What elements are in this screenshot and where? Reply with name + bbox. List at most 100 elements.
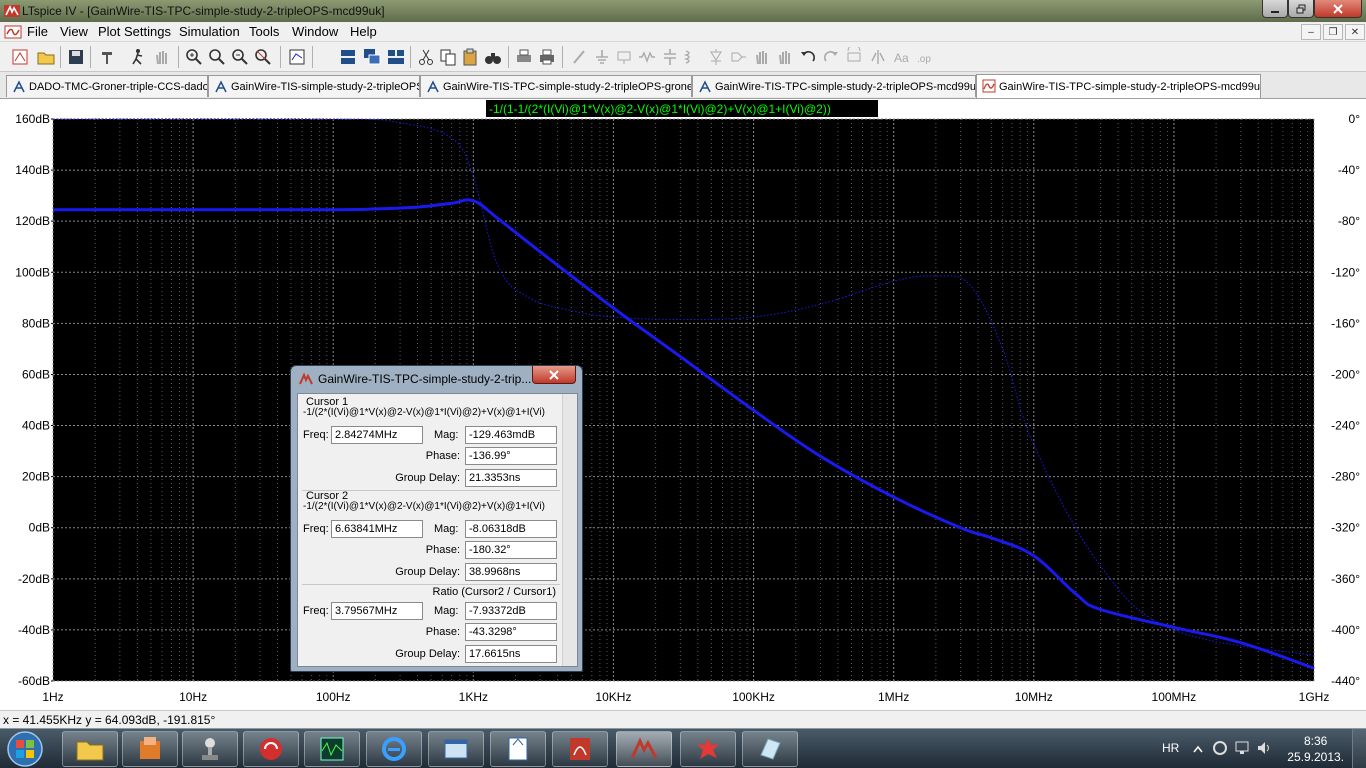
show-desktop-button[interactable]: [1352, 729, 1366, 768]
tile-horizontal-icon[interactable]: [338, 47, 358, 67]
waveform-chart[interactable]: 160dB 140dB 120dB 100dB 80dB 60dB 40dB 20dB 0dB -…: [0, 99, 1366, 710]
control-panel-hammer-icon[interactable]: [98, 47, 118, 67]
zoom-area-icon[interactable]: [184, 47, 204, 67]
find-binoculars-icon[interactable]: [483, 47, 503, 67]
schematic-icon: [427, 80, 439, 93]
restore-button[interactable]: [1288, 0, 1314, 18]
cursor2-freq-field[interactable]: 6.63841MHz: [331, 520, 423, 538]
toolbar-separator: [178, 46, 179, 68]
taskbar-app-11[interactable]: [680, 731, 736, 767]
ratio-phase-label: Phase:: [425, 626, 460, 638]
sync-icon[interactable]: [1212, 740, 1228, 756]
run-icon[interactable]: [128, 47, 148, 67]
zoom-out-icon[interactable]: [230, 47, 250, 67]
network-icon[interactable]: [1234, 740, 1250, 756]
halt-hand-icon[interactable]: [152, 47, 172, 67]
menu-window[interactable]: Window: [292, 24, 338, 39]
system-clock[interactable]: 8:36 25.9.2013.: [1287, 733, 1344, 765]
window-titlebar[interactable]: LTspice IV - [GainWire-TIS-TPC-simple-st…: [0, 0, 1366, 22]
cut-icon[interactable]: [416, 47, 436, 67]
pan-icon[interactable]: [207, 47, 227, 67]
minimize-icon: –: [1308, 26, 1314, 38]
windows-start-button[interactable]: [3, 730, 47, 768]
close-button[interactable]: [1314, 0, 1362, 18]
cursor1-phase-label: Phase:: [425, 450, 460, 462]
resistor-icon: [639, 51, 655, 63]
mdi-minimize-button[interactable]: –: [1301, 24, 1321, 40]
schematic-icon: [13, 80, 25, 93]
toolbar-separator: [562, 46, 563, 68]
dialog-scrollbar[interactable]: [562, 394, 577, 666]
taskbar-explorer[interactable]: [62, 731, 118, 767]
menu-tools[interactable]: Tools: [249, 24, 279, 39]
autorange-icon[interactable]: [287, 47, 307, 67]
taskbar-internet-explorer[interactable]: [366, 731, 422, 767]
y2-tick-label: -240°: [1331, 419, 1360, 433]
glass-pane-icon: [760, 738, 781, 760]
taskbar-ltspice[interactable]: [616, 731, 672, 767]
taskbar-app-12[interactable]: [742, 731, 798, 767]
show-hidden-icons-icon[interactable]: [1192, 743, 1204, 755]
tab-dado-tmc-groner[interactable]: DADO-TMC-Groner-triple-CCS-dado: [6, 75, 208, 97]
tab-gainwire-tpc-groner[interactable]: GainWire-TIS-TPC-simple-study-2-tripleOP…: [420, 75, 692, 97]
dialog-close-button[interactable]: [532, 366, 576, 384]
undo-icon[interactable]: [798, 47, 818, 67]
menu-plot-settings[interactable]: Plot Settings: [98, 24, 171, 39]
menu-help[interactable]: Help: [350, 24, 377, 39]
trace-expression-label[interactable]: -1/(1-1/(2*(I(Vi)@1*V(x)@2-V(x)@1*I(Vi)@…: [489, 102, 831, 116]
tab-gainwire-tis[interactable]: GainWire-TIS-simple-study-2-tripleOPS: [208, 75, 420, 97]
open-schematic-icon[interactable]: [10, 47, 30, 67]
label-net-icon: [617, 51, 631, 64]
ltspice-app-icon: [4, 5, 20, 17]
rotate-icon: [847, 47, 861, 62]
taskbar-app-4[interactable]: [243, 731, 299, 767]
cursor2-phase-label: Phase:: [425, 544, 460, 556]
copy-icon[interactable]: [438, 47, 458, 67]
taskbar-app-7[interactable]: [428, 731, 484, 767]
taskbar-pdf-reader[interactable]: [552, 731, 608, 767]
toolbar-separator: [312, 46, 313, 68]
tab-gainwire-tpc-mcd99uk-waveform[interactable]: GainWire-TIS-TPC-simple-study-2-tripleOP…: [976, 74, 1261, 98]
close-icon: ✕: [1350, 26, 1360, 38]
taskbar-app-2[interactable]: [122, 731, 178, 767]
menu-file[interactable]: File: [27, 24, 48, 39]
tab-label: GainWire-TIS-TPC-simple-study-2-tripleOP…: [443, 80, 692, 93]
taskbar-app-8[interactable]: [490, 731, 546, 767]
cursor-readout-dialog[interactable]: GainWire-TIS-TPC-simple-study-2-trip... …: [290, 365, 583, 672]
paste-icon[interactable]: [460, 47, 480, 67]
taskbar-app-5[interactable]: [304, 731, 360, 767]
ratio-heading: Ratio (Cursor2 / Cursor1): [432, 586, 556, 598]
cursor1-freq-field[interactable]: 2.84274MHz: [331, 426, 423, 444]
print-icon[interactable]: [537, 47, 557, 67]
tab-gainwire-tpc-mcd99uk-schematic[interactable]: GainWire-TIS-TPC-simple-study-2-tripleOP…: [692, 75, 976, 97]
volume-icon[interactable]: [1256, 740, 1272, 756]
y-tick-label: 80dB: [22, 316, 50, 330]
open-folder-icon[interactable]: [36, 47, 56, 67]
cursor-position-readout: x = 41.455KHz y = 64.093dB, -191.815°: [3, 713, 216, 727]
taskbar-app-3[interactable]: [182, 731, 238, 767]
toolbar-separator: [508, 46, 509, 68]
waveform-icon: [982, 79, 996, 93]
save-icon[interactable]: [66, 47, 86, 67]
tab-label: GainWire-TIS-TPC-simple-study-2-tripleOP…: [999, 80, 1261, 93]
minimize-button[interactable]: [1262, 0, 1288, 18]
mdi-close-button[interactable]: ✕: [1345, 24, 1365, 40]
cursor1-expression: -1/(2*(I(Vi)@1*V(x)@2-V(x)@1*I(Vi)@2)+V(…: [303, 407, 545, 418]
cascade-windows-icon[interactable]: [362, 47, 382, 67]
toolbar-separator: [280, 46, 281, 68]
waveform-plot-pane[interactable]: 160dB 140dB 120dB 100dB 80dB 60dB 40dB 20dB 0dB -…: [0, 99, 1366, 710]
zoom-fit-icon[interactable]: [253, 47, 273, 67]
language-indicator[interactable]: HR: [1162, 741, 1179, 755]
plot-area[interactable]: [53, 119, 1314, 681]
ltspice-logo-icon: [299, 372, 313, 385]
menu-view[interactable]: View: [60, 24, 88, 39]
close-icon: [549, 369, 559, 380]
document-icon: [508, 737, 528, 761]
tile-windows-icon[interactable]: [386, 47, 406, 67]
print-setup-icon[interactable]: [514, 47, 534, 67]
cursor1-group-delay-field: 21.3353ns: [465, 469, 557, 487]
document-waveform-icon[interactable]: [4, 24, 22, 40]
menu-simulation[interactable]: Simulation: [179, 24, 240, 39]
y-tick-label: 0dB: [29, 521, 50, 535]
mdi-restore-button[interactable]: ❐: [1323, 24, 1343, 40]
